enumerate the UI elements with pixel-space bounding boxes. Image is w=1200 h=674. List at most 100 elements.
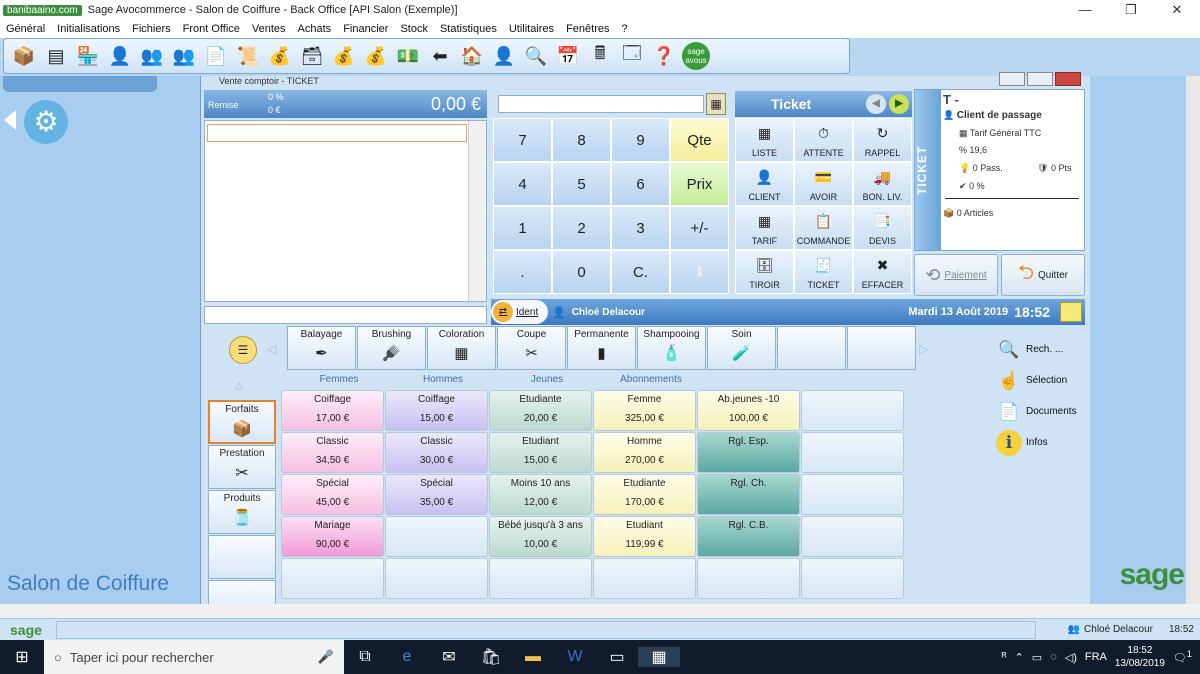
- product-cell[interactable]: Etudiante 20,00 €: [489, 390, 592, 431]
- product-cell[interactable]: Classic 30,00 €: [385, 432, 488, 473]
- keypad-key[interactable]: 6: [611, 162, 670, 206]
- action-devis-button[interactable]: 📑 DEVIS: [853, 206, 912, 250]
- sage-app-icon[interactable]: ▦: [638, 647, 680, 667]
- menu-item[interactable]: Statistiques: [440, 23, 497, 35]
- product-cell[interactable]: Moins 10 ans 12,00 €: [489, 474, 592, 515]
- monitor-app-icon[interactable]: ▭: [596, 647, 638, 667]
- barcode-input[interactable]: [204, 306, 487, 324]
- battery-icon[interactable]: ▭: [1032, 651, 1042, 664]
- bills-icon[interactable]: 💵: [394, 42, 422, 70]
- product-cell-empty[interactable]: [801, 390, 904, 431]
- menu-item[interactable]: Général: [6, 23, 45, 35]
- link-infos[interactable]: i Infos: [996, 427, 1077, 458]
- coins-document-icon[interactable]: 💰: [266, 42, 294, 70]
- task-view-icon[interactable]: ⧉: [344, 648, 386, 666]
- product-cell-empty[interactable]: [385, 516, 488, 557]
- document-icon[interactable]: 📄: [202, 42, 230, 70]
- store-icon[interactable]: 🛍: [470, 647, 512, 667]
- pos-minimize-button[interactable]: [999, 72, 1025, 86]
- product-cell-empty[interactable]: [697, 558, 800, 599]
- link-rech[interactable]: 🔍 Rech. ...: [996, 334, 1077, 365]
- product-cell[interactable]: Coiffage 15,00 €: [385, 390, 488, 431]
- category-tab[interactable]: Soin 🧪: [707, 326, 776, 370]
- product-cell-empty[interactable]: [385, 558, 488, 599]
- action-bon-liv-button[interactable]: 🚚 BON. LIV.: [853, 162, 912, 206]
- product-cell[interactable]: Spécial 35,00 €: [385, 474, 488, 515]
- keypad-key[interactable]: 8: [552, 118, 611, 162]
- keypad-key[interactable]: 5: [552, 162, 611, 206]
- menu-item[interactable]: Initialisations: [57, 23, 120, 35]
- action-attente-button[interactable]: ⏱ ATTENTE: [794, 118, 853, 162]
- window-horizontal-scrollbar[interactable]: [0, 604, 1200, 618]
- word-icon[interactable]: W: [554, 648, 596, 666]
- notifications-icon[interactable]: 🗨1: [1173, 649, 1192, 665]
- category-tab[interactable]: [777, 326, 846, 370]
- arrow-left-icon[interactable]: ⬅: [426, 42, 454, 70]
- coins-stack-icon[interactable]: 💰: [362, 42, 390, 70]
- keypad-key[interactable]: 2: [552, 206, 611, 250]
- close-button[interactable]: ✕: [1154, 2, 1200, 18]
- action-tiroir-button[interactable]: 🗄 TIROIR: [735, 250, 794, 294]
- category-tab[interactable]: Brushing 🪮: [357, 326, 426, 370]
- product-cell-empty[interactable]: [801, 432, 904, 473]
- product-cell-empty[interactable]: [281, 558, 384, 599]
- network-icon[interactable]: ◌: [1050, 651, 1057, 663]
- product-cell-empty[interactable]: [801, 558, 904, 599]
- language-indicator[interactable]: FRA: [1085, 651, 1107, 663]
- keypad-key[interactable]: 4: [493, 162, 552, 206]
- coins-icon[interactable]: 💰: [330, 42, 358, 70]
- next-ticket-icon[interactable]: ▶: [889, 94, 909, 114]
- keypad-key[interactable]: C.: [611, 250, 670, 294]
- menu-item[interactable]: Ventes: [252, 23, 286, 35]
- catalog-menu-icon[interactable]: ☰: [229, 336, 257, 364]
- category-tab[interactable]: Shampooing 🧴: [637, 326, 706, 370]
- calendar-icon[interactable]: 📅: [554, 42, 582, 70]
- quit-button[interactable]: ⮌ Quitter: [1001, 254, 1085, 296]
- product-cell[interactable]: Mariage 90,00 €: [281, 516, 384, 557]
- keypad-key[interactable]: 1: [493, 206, 552, 250]
- action-commande-button[interactable]: 📋 COMMANDE: [794, 206, 853, 250]
- calculator-icon[interactable]: ▦: [706, 93, 726, 115]
- windows-icon[interactable]: 🗔: [618, 42, 646, 70]
- side-tab-forfaits[interactable]: Forfaits 📦: [208, 400, 276, 444]
- product-cell[interactable]: Bébé jusqu'à 3 ans 10,00 €: [489, 516, 592, 557]
- menu-item[interactable]: ?: [621, 23, 627, 35]
- pos-restore-button[interactable]: [1027, 72, 1053, 86]
- action-client-button[interactable]: 👤 CLIENT: [735, 162, 794, 206]
- category-tab[interactable]: Coloration ▦: [427, 326, 496, 370]
- category-next-icon[interactable]: ▷: [919, 342, 928, 356]
- payment-button[interactable]: ⟲ Paiement: [914, 254, 998, 296]
- product-cell-empty[interactable]: [801, 474, 904, 515]
- restore-button[interactable]: ❐: [1108, 2, 1154, 18]
- gear-icon[interactable]: ⚙: [24, 100, 68, 144]
- left-panel-tab[interactable]: [3, 76, 157, 92]
- keypad-enter-key[interactable]: ⬇: [670, 250, 729, 294]
- product-cell[interactable]: Etudiant 119,99 €: [593, 516, 696, 557]
- keypad-key[interactable]: 0: [552, 250, 611, 294]
- product-cell[interactable]: Etudiante 170,00 €: [593, 474, 696, 515]
- sage-icon[interactable]: sage avous: [682, 42, 710, 70]
- side-tab-produits[interactable]: Produits 🫙: [208, 490, 276, 534]
- user-coins-icon[interactable]: 👤: [490, 42, 518, 70]
- keypad-key[interactable]: +/-: [670, 206, 729, 250]
- menu-item[interactable]: Fichiers: [132, 23, 171, 35]
- keypad-key[interactable]: 7: [493, 118, 552, 162]
- action-tarif-button[interactable]: ▦ TARIF: [735, 206, 794, 250]
- product-cell[interactable]: Classic 34,50 €: [281, 432, 384, 473]
- home-coins-icon[interactable]: 🏠: [458, 42, 486, 70]
- layers-icon[interactable]: ▤: [42, 42, 70, 70]
- ticket-line-input[interactable]: [207, 124, 467, 142]
- product-cell-empty[interactable]: [593, 558, 696, 599]
- shop-icon[interactable]: 🏪: [74, 42, 102, 70]
- prev-ticket-icon[interactable]: ◀: [866, 94, 886, 114]
- menu-item[interactable]: Financier: [343, 23, 388, 35]
- product-cell[interactable]: Femme 325,00 €: [593, 390, 696, 431]
- product-cell[interactable]: Rgl. Esp.: [697, 432, 800, 473]
- menu-item[interactable]: Fenêtres: [566, 23, 609, 35]
- category-tab[interactable]: [847, 326, 916, 370]
- ticket-list-scrollbar[interactable]: [468, 121, 486, 301]
- keypad-key[interactable]: Qte: [670, 118, 729, 162]
- product-cell[interactable]: Homme 270,00 €: [593, 432, 696, 473]
- users-icon[interactable]: 👥: [138, 42, 166, 70]
- keypad-key[interactable]: 9: [611, 118, 670, 162]
